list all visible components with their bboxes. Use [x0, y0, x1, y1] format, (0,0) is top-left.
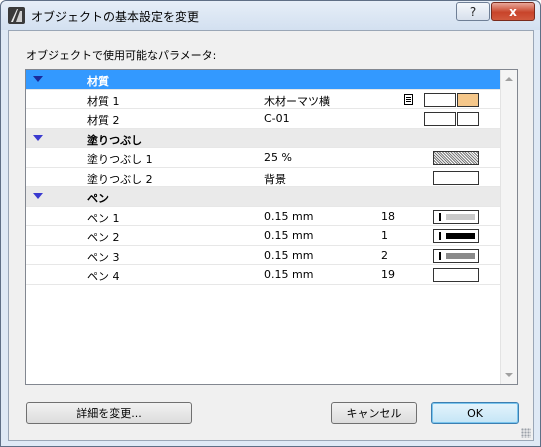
app-icon: [8, 7, 25, 24]
parameter-row[interactable]: 塗りつぶし 1 25 %: [26, 148, 500, 168]
pen-color-bar: [446, 233, 475, 239]
material-swatch[interactable]: [424, 92, 456, 107]
fill-pattern-swatch[interactable]: [433, 151, 479, 165]
pen-number[interactable]: 2: [381, 249, 388, 262]
group-row[interactable]: 材質: [26, 70, 500, 90]
parameter-name: 塗りつぶし 1: [87, 153, 153, 166]
parameter-name: ペン 3: [87, 250, 120, 264]
resize-grip-icon[interactable]: [521, 428, 531, 438]
material-color-swatch[interactable]: [457, 92, 479, 107]
cancel-button[interactable]: キャンセル: [331, 402, 417, 424]
parameter-row[interactable]: ペン 2 0.15 mm 1: [26, 226, 500, 246]
parameters-label: オブジェクトで使用可能なパラメータ:: [26, 49, 217, 62]
pen-tick-icon: [439, 232, 441, 240]
parameter-value[interactable]: C-01: [264, 112, 290, 125]
parameter-value[interactable]: 25 %: [264, 151, 292, 164]
pen-color-swatch[interactable]: [433, 229, 479, 243]
group-label: ペン: [87, 192, 109, 205]
parameter-name: ペン 2: [87, 231, 120, 244]
parameter-value[interactable]: 背景: [264, 171, 286, 187]
parameter-value[interactable]: 0.15 mm: [264, 268, 313, 281]
parameter-name: ペン 1: [87, 211, 120, 225]
pen-color-bar: [446, 252, 475, 259]
pen-number[interactable]: 19: [381, 268, 395, 281]
title-bar[interactable]: オブジェクトの基本設定を変更 ? x: [1, 1, 540, 30]
expand-triangle-icon[interactable]: [33, 134, 43, 141]
dialog-body: オブジェクトで使用可能なパラメータ: 材質材質 1 木材ーマツ横材質 2 C-01 塗…: [8, 30, 534, 441]
pen-number[interactable]: 18: [381, 210, 395, 223]
close-button[interactable]: x: [491, 2, 535, 21]
parameter-row[interactable]: 材質 2 C-01: [26, 109, 500, 129]
help-button[interactable]: ?: [456, 2, 490, 21]
expand-triangle-icon[interactable]: [33, 193, 43, 199]
vertical-scrollbar[interactable]: [500, 70, 517, 384]
texture-document-icon: [404, 93, 413, 105]
pen-number[interactable]: 1: [381, 229, 388, 242]
group-label: 塗りつぶし: [87, 133, 143, 147]
pen-tick-icon: [439, 251, 441, 260]
pen-tick-icon: [439, 212, 441, 221]
parameter-row[interactable]: ペン 4 0.15 mm 19: [26, 265, 500, 285]
parameter-row[interactable]: ペン 3 0.15 mm 2: [26, 246, 500, 265]
fill-pattern-swatch[interactable]: [433, 170, 479, 185]
group-label: 材質: [87, 75, 109, 88]
scroll-down-icon[interactable]: [505, 373, 513, 377]
ok-button[interactable]: OK: [431, 402, 519, 424]
parameter-name: 材質 1: [87, 94, 120, 108]
group-row[interactable]: ペン: [26, 187, 500, 207]
parameter-value[interactable]: 0.15 mm: [264, 229, 313, 242]
group-row[interactable]: 塗りつぶし: [26, 128, 500, 148]
expand-triangle-icon[interactable]: [33, 76, 43, 82]
pen-color-swatch[interactable]: [433, 209, 479, 224]
parameter-name: 材質 2: [87, 114, 120, 127]
parameter-value[interactable]: 木材ーマツ横: [264, 93, 330, 109]
pen-color-bar: [446, 213, 475, 220]
scroll-up-icon[interactable]: [505, 77, 513, 81]
parameter-row[interactable]: 材質 1 木材ーマツ横: [26, 90, 500, 109]
parameter-rows: 材質 材質 1 木材ーマツ横 材質 2 C-01 塗りつぶし 塗りつぶし 1 25 % 塗りつぶ…: [26, 70, 500, 285]
parameter-name: 塗りつぶし 2: [87, 172, 153, 186]
material-swatch[interactable]: [424, 112, 456, 126]
parameter-value[interactable]: 0.15 mm: [264, 249, 313, 262]
pen-color-swatch[interactable]: [433, 248, 479, 263]
parameter-list[interactable]: 材質 材質 1 木材ーマツ横 材質 2 C-01 塗りつぶし 塗りつぶし 1 25 % 塗りつぶ…: [25, 69, 518, 385]
parameter-row[interactable]: ペン 1 0.15 mm 18: [26, 207, 500, 226]
parameter-row[interactable]: 塗りつぶし 2 背景: [26, 168, 500, 187]
window-title: オブジェクトの基本設定を変更: [31, 10, 200, 24]
parameter-value[interactable]: 0.15 mm: [264, 210, 313, 223]
material-color-swatch[interactable]: [457, 112, 479, 126]
pen-color-swatch[interactable]: [433, 268, 479, 282]
parameter-name: ペン 4: [87, 270, 120, 283]
dialog-window: オブジェクトの基本設定を変更 ? x オブジェクトで使用可能なパラメータ: 材質…: [0, 0, 541, 447]
change-details-button[interactable]: 詳細を変更...: [26, 402, 192, 424]
